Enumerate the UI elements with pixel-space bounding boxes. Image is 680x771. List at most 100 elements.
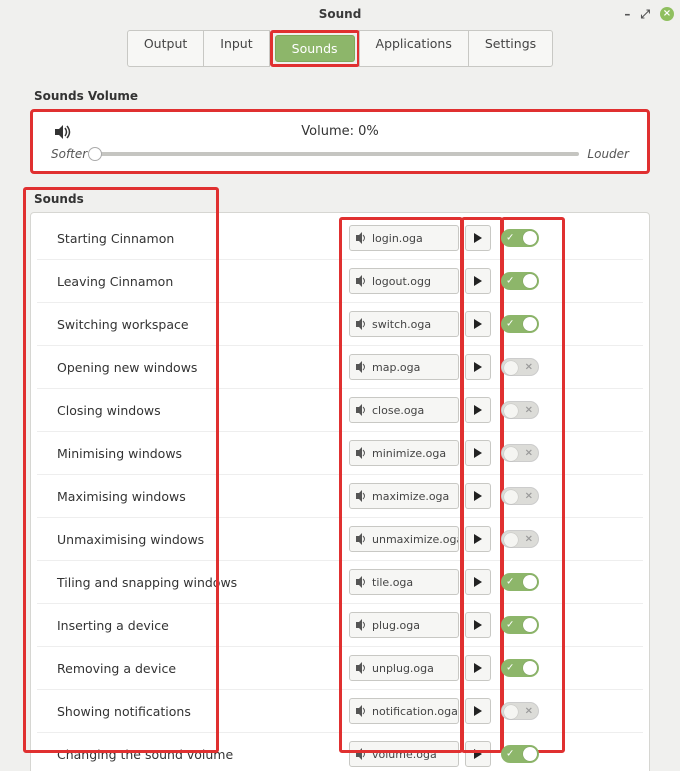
toggle-knob: [523, 618, 537, 632]
play-icon: [473, 276, 483, 286]
toggle-knob: [523, 274, 537, 288]
play-icon: [473, 577, 483, 587]
sound-row: Removing a deviceunplug.oga✓: [37, 646, 643, 685]
sound-row: Switching workspace switch.oga ✓: [37, 302, 643, 341]
sound-enabled-toggle[interactable]: ✓: [501, 616, 539, 634]
sound-enabled-toggle[interactable]: ×: [501, 702, 539, 720]
window-controls: – ⤢ ×: [624, 0, 674, 28]
volume-slider[interactable]: [95, 152, 579, 156]
tab-applications[interactable]: Applications: [359, 30, 469, 67]
sound-row-label: Switching workspace: [43, 317, 343, 332]
sound-file-button[interactable]: map.oga: [349, 354, 459, 380]
tab-input[interactable]: Input: [203, 30, 269, 67]
sound-row-label: Changing the sound volume: [43, 747, 343, 762]
sound-enabled-toggle[interactable]: ✓: [501, 315, 539, 333]
play-button[interactable]: [465, 655, 491, 681]
sound-enabled-toggle[interactable]: ×: [501, 358, 539, 376]
sound-file-name: maximize.oga: [372, 490, 449, 503]
audio-file-icon: [356, 447, 368, 459]
sound-enabled-toggle[interactable]: ✓: [501, 229, 539, 247]
sound-file-button[interactable]: logout.ogg: [349, 268, 459, 294]
tab-settings[interactable]: Settings: [468, 30, 553, 67]
sound-row-label: Leaving Cinnamon: [43, 274, 343, 289]
audio-file-icon: [356, 275, 368, 287]
sound-file-button[interactable]: notification.oga: [349, 698, 459, 724]
play-button[interactable]: [465, 569, 491, 595]
sound-enabled-toggle[interactable]: ×: [501, 444, 539, 462]
tab-sounds[interactable]: Sounds: [275, 35, 355, 62]
sound-row-label: Unmaximising windows: [43, 532, 343, 547]
sound-file-button[interactable]: close.oga: [349, 397, 459, 423]
cross-icon: ×: [525, 534, 533, 545]
cross-icon: ×: [525, 362, 533, 373]
sound-file-button[interactable]: tile.oga: [349, 569, 459, 595]
play-icon: [473, 319, 483, 329]
check-icon: ✓: [506, 233, 514, 244]
sound-file-name: unmaximize.oga: [372, 533, 459, 546]
volume-slider-thumb[interactable]: [88, 147, 102, 161]
play-button[interactable]: [465, 526, 491, 552]
play-button[interactable]: [465, 397, 491, 423]
sound-file-button[interactable]: unplug.oga: [349, 655, 459, 681]
sound-row-label: Starting Cinnamon: [43, 231, 343, 246]
sound-row: Starting Cinnamon login.oga ✓: [37, 221, 643, 255]
sound-file-name: notification.oga: [372, 705, 458, 718]
sound-enabled-toggle[interactable]: ×: [501, 530, 539, 548]
sound-row: Showing notifications notification.oga ×: [37, 689, 643, 728]
play-button[interactable]: [465, 354, 491, 380]
sound-enabled-toggle[interactable]: ×: [501, 401, 539, 419]
toggle-knob: [523, 575, 537, 589]
toggle-knob: [523, 317, 537, 331]
sound-file-name: switch.oga: [372, 318, 431, 331]
play-button[interactable]: [465, 483, 491, 509]
tab-output[interactable]: Output: [127, 30, 204, 67]
sound-row-label: Showing notifications: [43, 704, 343, 719]
sound-file-button[interactable]: unmaximize.oga: [349, 526, 459, 552]
close-button[interactable]: ×: [660, 7, 674, 21]
audio-file-icon: [356, 232, 368, 244]
sound-enabled-toggle[interactable]: ×: [501, 487, 539, 505]
sound-file-name: tile.oga: [372, 576, 413, 589]
sound-row-label: Closing windows: [43, 403, 343, 418]
check-icon: ✓: [506, 620, 514, 631]
play-icon: [473, 663, 483, 673]
check-icon: ✓: [506, 319, 514, 330]
sound-row: Minimising windowsminimize.oga×: [37, 431, 643, 470]
window-title: Sound: [319, 7, 362, 21]
sound-file-button[interactable]: minimize.oga: [349, 440, 459, 466]
minimize-button[interactable]: –: [624, 0, 630, 28]
sound-row: Unmaximising windows unmaximize.oga ×: [37, 517, 643, 556]
sound-file-name: plug.oga: [372, 619, 420, 632]
play-button[interactable]: [465, 311, 491, 337]
toggle-knob: [523, 661, 537, 675]
sounds-panel: Starting Cinnamon login.oga ✓ Leaving Cinna…: [30, 212, 650, 771]
play-button[interactable]: [465, 268, 491, 294]
sound-file-button[interactable]: maximize.oga: [349, 483, 459, 509]
play-button[interactable]: [465, 612, 491, 638]
toggle-knob: [504, 447, 518, 461]
play-button[interactable]: [465, 741, 491, 767]
sound-enabled-toggle[interactable]: ✓: [501, 659, 539, 677]
sound-row-label: Opening new windows: [43, 360, 343, 375]
sound-enabled-toggle[interactable]: ✓: [501, 272, 539, 290]
sound-enabled-toggle[interactable]: ✓: [501, 573, 539, 591]
sound-file-button[interactable]: switch.oga: [349, 311, 459, 337]
sound-file-button[interactable]: volume.oga: [349, 741, 459, 767]
maximize-button[interactable]: ⤢: [640, 0, 650, 28]
play-icon: [473, 749, 483, 759]
sound-file-name: unplug.oga: [372, 662, 434, 675]
play-button[interactable]: [465, 698, 491, 724]
play-icon: [473, 620, 483, 630]
play-button[interactable]: [465, 440, 491, 466]
toggle-knob: [523, 747, 537, 761]
cross-icon: ×: [525, 405, 533, 416]
sound-file-button[interactable]: login.oga: [349, 225, 459, 251]
sound-enabled-toggle[interactable]: ✓: [501, 745, 539, 763]
audio-file-icon: [356, 748, 368, 760]
sound-file-button[interactable]: plug.oga: [349, 612, 459, 638]
sound-row: Inserting a deviceplug.oga✓: [37, 603, 643, 642]
play-button[interactable]: [465, 225, 491, 251]
volume-section-label: Sounds Volume: [34, 89, 650, 103]
volume-icon: [55, 125, 73, 139]
annotation-tab-highlight: Sounds: [270, 30, 360, 67]
